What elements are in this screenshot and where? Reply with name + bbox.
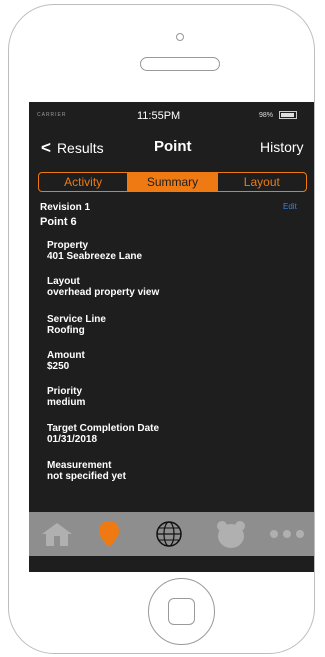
field-layout: Layout overhead property view <box>47 276 297 298</box>
tab-layout[interactable]: Layout <box>216 173 306 191</box>
tab-bar <box>29 512 314 556</box>
home-icon <box>42 523 72 546</box>
field-label: Priority <box>47 386 83 397</box>
field-label: Amount <box>47 350 85 361</box>
field-value: overhead property view <box>47 287 160 298</box>
speaker <box>140 57 220 71</box>
tab-home[interactable] <box>39 520 75 548</box>
field-value: 01/31/2018 <box>47 434 98 445</box>
screen: CARRIER 11:55PM 98% < Results Point Hist… <box>29 102 314 572</box>
tab-more[interactable] <box>267 520 307 548</box>
back-label: Results <box>56 140 104 156</box>
field-label: Property <box>47 240 89 251</box>
screen-bottom-edge <box>29 556 314 572</box>
location-pin-icon <box>99 521 119 547</box>
clock: 11:55PM <box>137 110 181 122</box>
carrier-label: CARRIER <box>37 112 67 118</box>
navigation-bar: < Results Point History <box>29 130 314 166</box>
tab-bear[interactable] <box>214 520 248 548</box>
chevron-left-icon: < <box>41 138 51 157</box>
field-label: Measurement <box>47 460 112 471</box>
bear-icon <box>217 521 245 548</box>
field-value: medium <box>47 397 86 408</box>
field-property: Property 401 Seabreeze Lane <box>47 240 297 262</box>
tab-location[interactable] <box>95 520 123 548</box>
field-label: Service Line <box>47 314 106 325</box>
revision-label: Revision 1 <box>40 202 91 213</box>
point-name: Point 6 <box>40 216 77 228</box>
history-button[interactable]: History <box>260 139 304 155</box>
tab-summary[interactable]: Summary <box>127 173 217 191</box>
field-label: Target Completion Date <box>47 423 160 434</box>
field-value: Roofing <box>47 325 85 336</box>
tab-globe[interactable] <box>153 520 185 548</box>
more-icon <box>270 530 304 538</box>
page-title: Point <box>154 138 192 155</box>
segmented-control: Activity Summary Layout <box>38 172 307 192</box>
field-target-completion-date: Target Completion Date 01/31/2018 <box>47 423 297 445</box>
field-priority: Priority medium <box>47 386 297 408</box>
field-amount: Amount $250 <box>47 350 297 372</box>
edit-button[interactable]: Edit <box>283 202 297 211</box>
camera <box>176 33 184 41</box>
field-service-line: Service Line Roofing <box>47 314 297 336</box>
battery-icon <box>279 111 297 119</box>
back-button[interactable]: < Results <box>41 138 104 158</box>
battery-percent: 98% <box>259 112 274 119</box>
field-value: not specified yet <box>47 471 126 482</box>
home-button[interactable] <box>148 578 215 645</box>
field-measurement: Measurement not specified yet <box>47 460 297 482</box>
field-value: $250 <box>47 361 70 372</box>
globe-icon <box>156 521 182 547</box>
status-bar: CARRIER 11:55PM 98% <box>29 102 314 130</box>
field-value: 401 Seabreeze Lane <box>47 251 143 262</box>
field-label: Layout <box>47 276 80 287</box>
tab-activity[interactable]: Activity <box>39 173 127 191</box>
